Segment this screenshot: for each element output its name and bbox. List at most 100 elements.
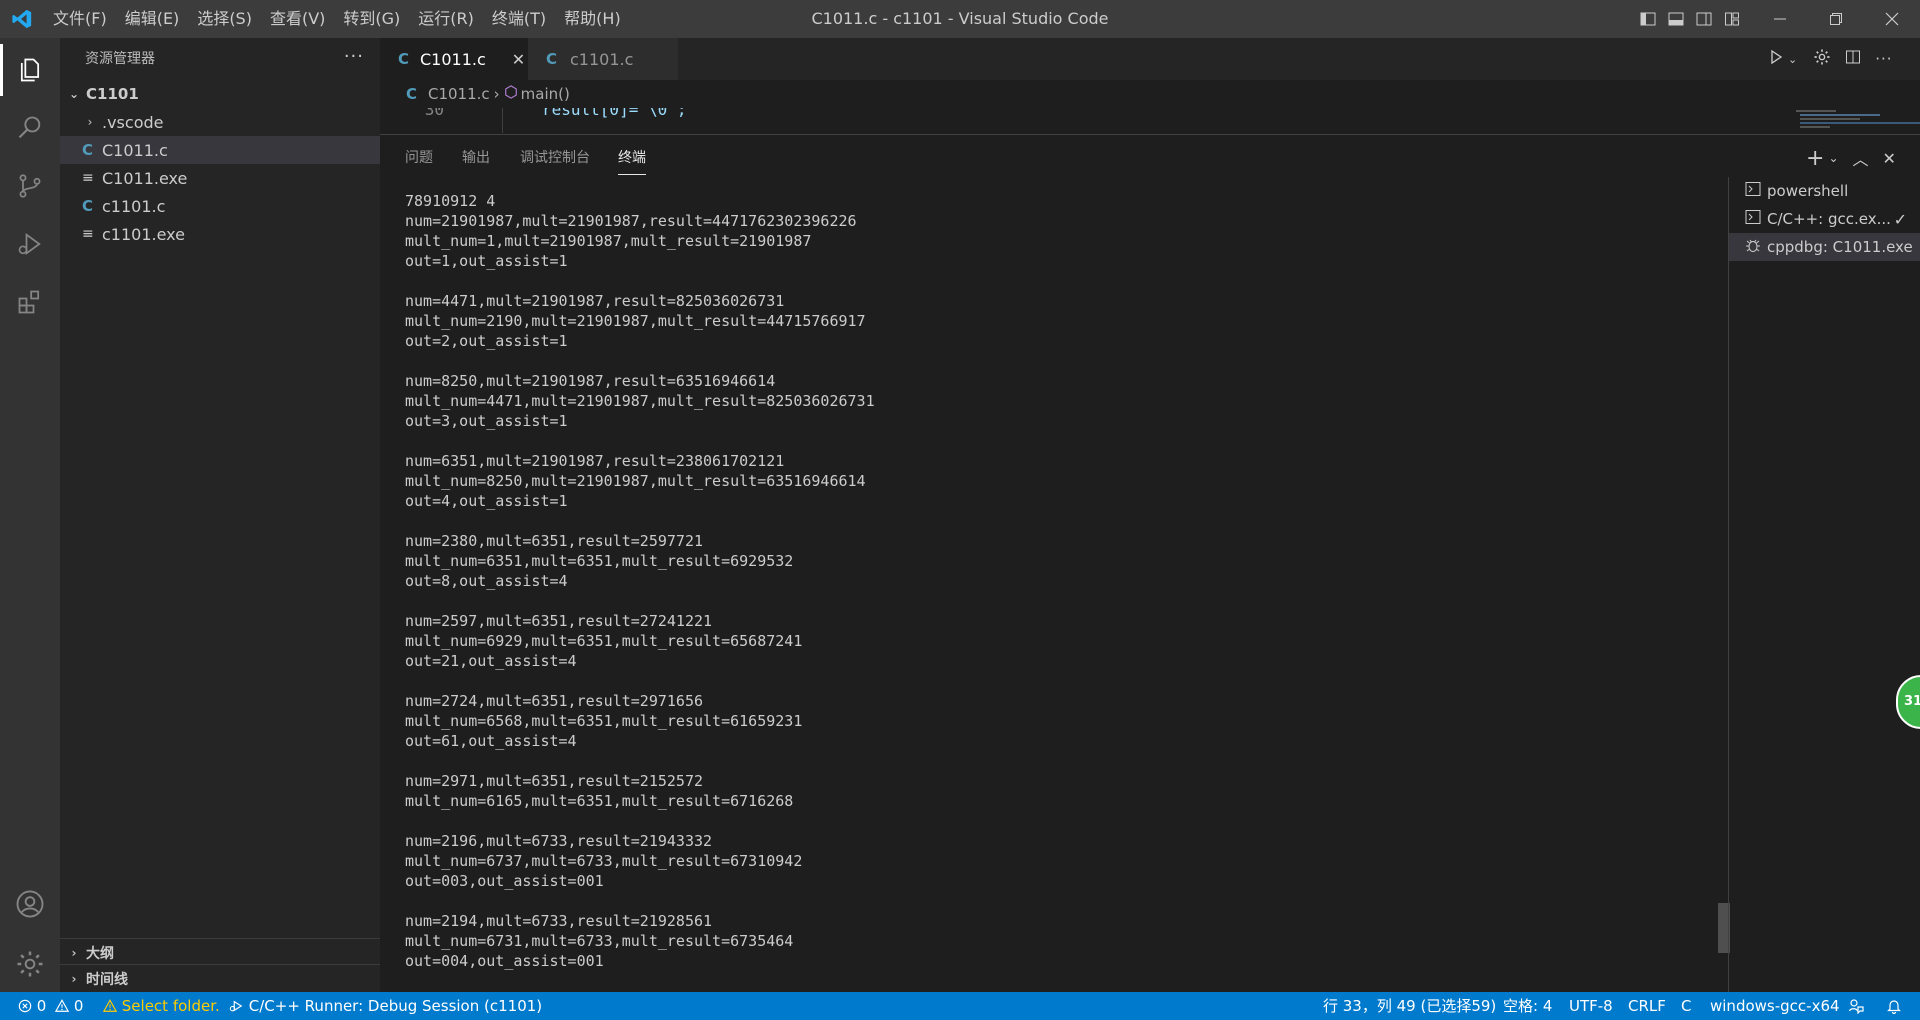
terminal-line: num=2196,mult=6733,result=21943332 [405,832,713,850]
editor-actions: ⌄ ··· [1768,38,1893,80]
terminal-line: out=1,out_assist=1 [405,252,568,270]
code-editor[interactable]: 30 result[0]='\0'; [380,108,1780,133]
indentation[interactable]: 空格: 4 [1503,992,1552,1020]
tab-terminal[interactable]: 终端 [618,135,646,175]
file-label: c1101.exe [102,224,185,244]
split-editor-icon[interactable] [1845,49,1861,69]
terminal-item-powershell[interactable]: powershell [1729,177,1920,205]
terminal-icon [1745,209,1761,229]
chevron-down-icon[interactable]: ⌄ [1828,151,1838,165]
chevron-right-icon: › [493,85,500,103]
terminal-line: out=4,out_assist=1 [405,492,568,510]
more-actions-icon[interactable]: ··· [1875,50,1892,68]
source-control-icon[interactable] [0,160,60,212]
settings-gear-icon[interactable] [0,938,60,990]
new-terminal-icon[interactable]: + [1806,146,1824,171]
problems-status[interactable]: 0 0 [18,992,83,1020]
minimap[interactable] [1780,108,1920,133]
tab-debug-console[interactable]: 调试控制台 [520,135,590,181]
folder-label: C1101 [86,85,139,103]
run-icon[interactable] [1768,49,1784,69]
menu-item[interactable]: 文件(F) [44,0,116,38]
tab-c1101[interactable]: C c1101.c [528,38,678,80]
menu-item[interactable]: 转到(G) [334,0,409,38]
c-file-icon: C [82,197,94,215]
file-tree-item[interactable]: ≡ C1011.exe [60,164,380,192]
notifications-bell-icon[interactable] [1886,992,1902,1020]
file-tree-item[interactable]: › .vscode [60,108,380,136]
select-folder-status[interactable]: Select folder. [102,992,220,1020]
terminal-item-cppdbg[interactable]: cppdbg: C1011.exe [1729,233,1920,261]
terminal-line: num=2724,mult=6351,result=2971656 [405,692,704,710]
toggle-secondary-sidebar-icon[interactable] [1690,0,1718,38]
file-tree-item[interactable]: C C1011.c [60,136,380,164]
terminal-label: C/C++: gcc.ex... [1767,210,1891,228]
terminal-item-gcc[interactable]: C/C++: gcc.ex... ✓ [1729,205,1920,233]
feedback-icon[interactable] [1848,992,1864,1020]
toggle-panel-icon[interactable] [1662,0,1690,38]
layout-controls [1634,0,1746,38]
menu-item[interactable]: 编辑(E) [116,0,189,38]
outline-label: 大纲 [86,946,114,962]
menu-item[interactable]: 终端(T) [483,0,555,38]
run-debug-icon[interactable] [0,218,60,270]
compiler-config[interactable]: windows-gcc-x64 [1710,992,1840,1020]
minimize-icon[interactable] [1752,0,1808,38]
menu-item[interactable]: 查看(V) [261,0,334,38]
close-window-icon[interactable] [1864,0,1920,38]
terminal-line: mult_num=6737,mult=6733,mult_result=6731… [405,852,803,870]
terminal-line: num=6351,mult=21901987,result=2380617021… [405,452,785,470]
settings-gear-icon[interactable] [1813,48,1831,70]
file-label: c1101.c [102,196,166,216]
search-icon[interactable] [0,102,60,154]
chevron-down-icon: ⌄ [68,87,80,101]
line-ending[interactable]: CRLF [1628,992,1666,1020]
file-tree-item[interactable]: ≡ c1101.exe [60,220,380,248]
indent-guide [502,108,503,133]
maximize-panel-icon[interactable]: ︿ [1853,146,1869,170]
cpp-runner-status[interactable]: C/C++ Runner: Debug Session (c1101) [228,992,542,1020]
terminal-line: mult_num=8250,mult=21901987,mult_result=… [405,472,866,490]
file-tree-item[interactable]: Cc1101.c [60,192,380,220]
toggle-sidebar-icon[interactable] [1634,0,1662,38]
terminal-line: out=61,out_assist=4 [405,732,577,750]
tab-label: C1011.c [420,49,486,69]
breadcrumb-file[interactable]: C1011.c [428,85,490,103]
warning-icon [102,997,118,1015]
account-icon[interactable] [0,878,60,930]
extensions-icon[interactable] [0,276,60,328]
outline-section[interactable]: › 大纲 [60,938,380,967]
close-panel-icon[interactable]: ✕ [1883,149,1896,168]
customize-layout-icon[interactable] [1718,0,1746,38]
tab-c1011[interactable]: C C1011.c ✕ [380,38,528,80]
chevron-down-icon[interactable]: ⌄ [1788,53,1797,66]
cursor-position[interactable]: 行 33，列 49 (已选择59) [1323,992,1496,1020]
editor-tab-bar: C C1011.c ✕ C c1101.c ⌄ ··· [380,38,1920,80]
terminal-output[interactable]: 78910912 4 num=21901987,mult=21901987,res… [405,191,1705,991]
breadcrumb-symbol[interactable]: main() [521,85,570,103]
encoding[interactable]: UTF-8 [1569,992,1613,1020]
restore-icon[interactable] [1808,0,1864,38]
menu-item[interactable]: 选择(S) [188,0,261,38]
terminal-line: mult_num=2190,mult=21901987,mult_result=… [405,312,866,330]
timeline-section[interactable]: › 时间线 [60,964,380,993]
binary-file-icon: ≡ [82,226,94,242]
menu-item[interactable]: 帮助(H) [555,0,630,38]
menu-bar: 文件(F) 编辑(E) 选择(S) 查看(V) 转到(G) 运行(R) 终端(T) 帮助(H) [44,0,630,38]
terminal-label: cppdbg: C1011.exe [1767,238,1913,256]
language-mode[interactable]: C [1681,992,1691,1020]
file-label: .vscode [102,112,164,132]
more-actions-button[interactable]: ··· [344,38,364,80]
workspace-folder[interactable]: ⌄ C1101 [60,80,380,108]
terminal-line: num=2597,mult=6351,result=27241221 [405,612,713,630]
explorer-icon[interactable] [0,44,60,96]
debug-bug-icon [1745,237,1761,257]
menu-item[interactable]: 运行(R) [409,0,483,38]
close-tab-icon[interactable]: ✕ [512,50,525,69]
tab-output[interactable]: 输出 [462,135,490,181]
c-file-icon: C [398,50,410,68]
c-file-icon: C [82,141,94,159]
c-file-icon: C [406,85,418,103]
tab-problems[interactable]: 问题 [405,135,433,181]
